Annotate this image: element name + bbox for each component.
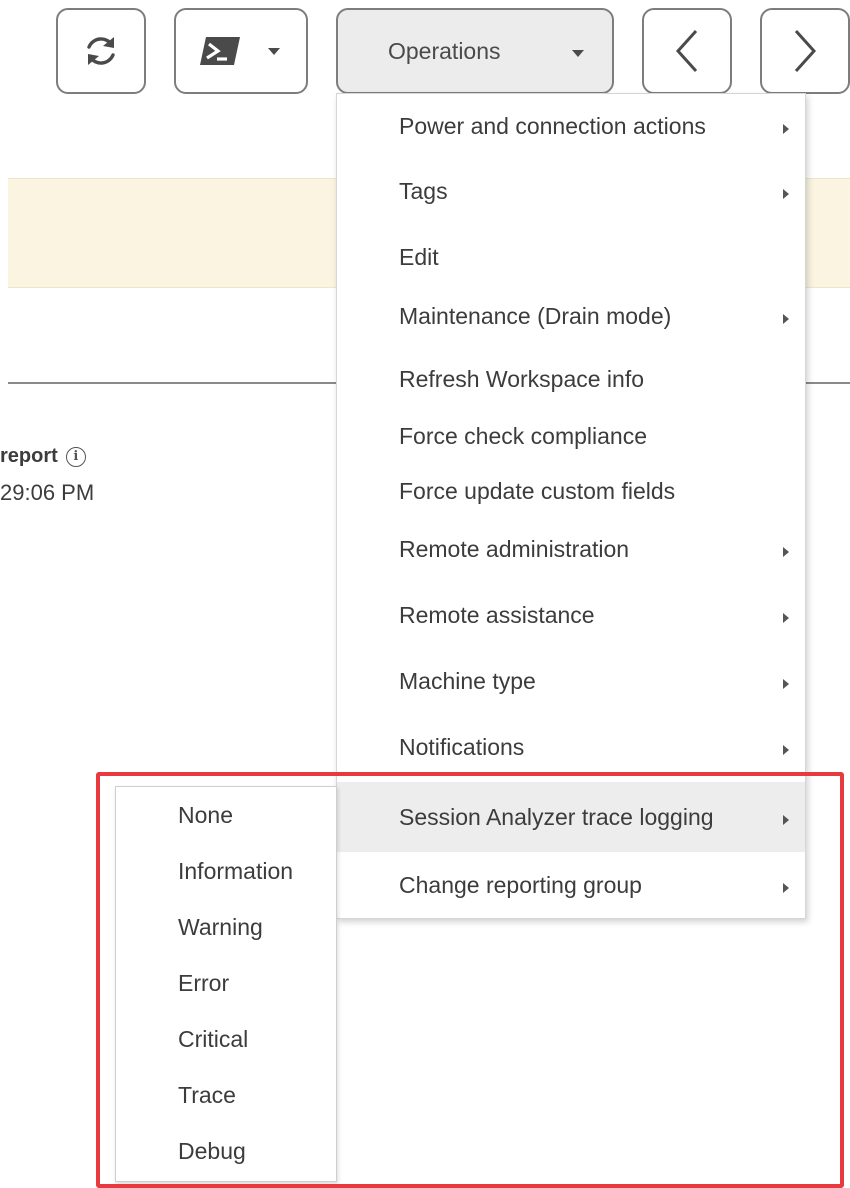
- menu-item-machine-type[interactable]: Machine type: [337, 650, 805, 712]
- next-button[interactable]: [760, 8, 850, 94]
- menu-item-label: Remote administration: [399, 535, 630, 562]
- previous-button[interactable]: [642, 8, 732, 94]
- submenu-arrow-icon: [783, 613, 789, 623]
- submenu-item-none[interactable]: None: [178, 802, 233, 829]
- menu-item-label: Notifications: [399, 733, 525, 760]
- submenu-arrow-icon: [783, 189, 789, 199]
- menu-item-change-reporting-group[interactable]: Change reporting group: [337, 852, 805, 918]
- submenu-arrow-icon: [783, 547, 789, 557]
- menu-item-edit[interactable]: Edit: [337, 224, 805, 290]
- refresh-icon: [87, 37, 115, 65]
- menu-item-label: Refresh Workspace info: [399, 365, 645, 392]
- info-icon[interactable]: i: [65, 446, 86, 467]
- trace-logging-submenu: None Information Warning Error Critical …: [115, 786, 337, 1182]
- menu-item-notifications[interactable]: Notifications: [337, 716, 805, 778]
- menu-item-label: Remote assistance: [399, 601, 595, 628]
- menu-item-session-analyzer-trace-logging[interactable]: Session Analyzer trace logging: [337, 782, 805, 852]
- submenu-item-warning[interactable]: Warning: [178, 914, 263, 941]
- menu-item-force-check-compliance[interactable]: Force check compliance: [337, 410, 805, 462]
- report-time: 29:06 PM: [0, 480, 95, 505]
- operations-button[interactable]: Operations: [336, 8, 614, 94]
- submenu-arrow-icon: [783, 745, 789, 755]
- submenu-arrow-icon: [783, 314, 789, 324]
- chevron-left-icon: [675, 29, 698, 73]
- submenu-item-error[interactable]: Error: [178, 970, 229, 997]
- menu-item-maintenance[interactable]: Maintenance (Drain mode): [337, 290, 805, 342]
- menu-item-label: Maintenance (Drain mode): [399, 302, 672, 329]
- operations-label: Operations: [388, 37, 501, 64]
- submenu-item-trace[interactable]: Trace: [178, 1082, 236, 1109]
- menu-item-label: Change reporting group: [399, 871, 642, 898]
- submenu-arrow-icon: [783, 124, 789, 134]
- chevron-down-icon: [268, 47, 280, 55]
- menu-item-label: Force update custom fields: [399, 477, 676, 504]
- chevron-right-icon: [794, 29, 817, 73]
- menu-item-tags[interactable]: Tags: [337, 158, 805, 224]
- report-label-text: report: [0, 445, 58, 467]
- menu-item-label: Machine type: [399, 667, 536, 694]
- menu-item-label: Edit: [399, 243, 439, 270]
- menu-item-power-and-connection-actions[interactable]: Power and connection actions: [337, 94, 805, 158]
- submenu-item-debug[interactable]: Debug: [178, 1138, 246, 1165]
- menu-item-remote-assistance[interactable]: Remote assistance: [337, 584, 805, 646]
- operations-menu: Power and connection actions Tags Edit M…: [336, 93, 806, 919]
- report-label: report i: [0, 445, 86, 468]
- submenu-arrow-icon: [783, 883, 789, 893]
- chevron-down-icon: [572, 50, 584, 57]
- submenu-arrow-icon: [783, 679, 789, 689]
- refresh-button[interactable]: [56, 8, 146, 94]
- menu-item-force-update-custom-fields[interactable]: Force update custom fields: [337, 464, 805, 518]
- submenu-item-information[interactable]: Information: [178, 858, 293, 885]
- submenu-arrow-icon: [783, 815, 789, 825]
- powershell-icon: [200, 37, 240, 65]
- menu-item-refresh-workspace-info[interactable]: Refresh Workspace info: [337, 348, 805, 410]
- menu-item-label: Force check compliance: [399, 422, 647, 449]
- submenu-item-critical[interactable]: Critical: [178, 1026, 248, 1053]
- menu-item-label: Session Analyzer trace logging: [399, 803, 714, 830]
- menu-item-label: Tags: [399, 177, 448, 204]
- stage: Operations report i 29:06 PM Power and c…: [0, 0, 850, 1188]
- powershell-button[interactable]: [174, 8, 308, 94]
- menu-item-label: Power and connection actions: [399, 112, 706, 139]
- menu-item-remote-administration[interactable]: Remote administration: [337, 518, 805, 580]
